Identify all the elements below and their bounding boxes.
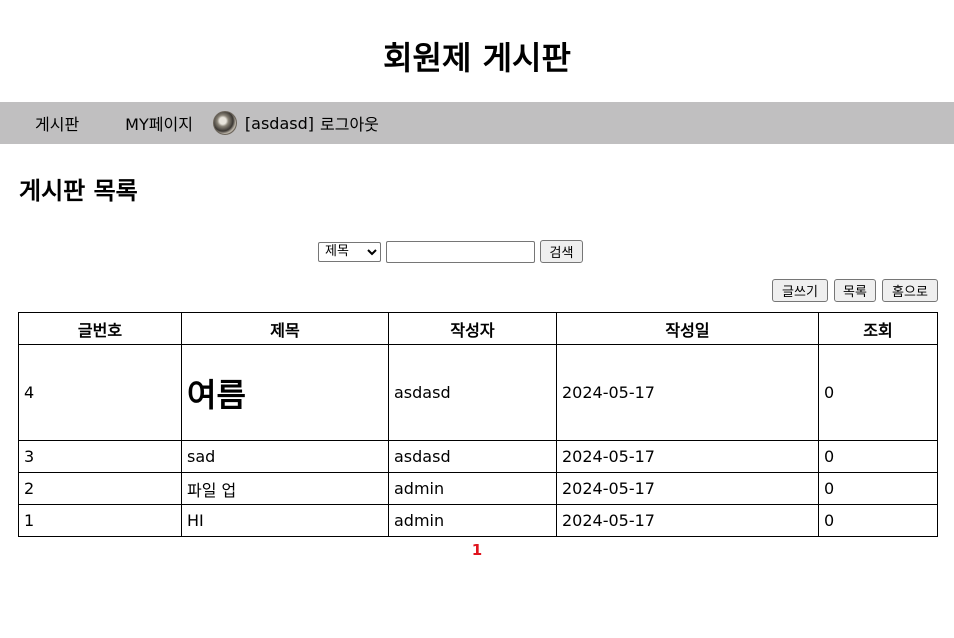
cell-writer: asdasd <box>388 440 557 473</box>
page-current[interactable]: 1 <box>472 541 482 559</box>
post-title-link[interactable]: 여름 <box>187 376 246 414</box>
pagination: 1 <box>0 540 954 560</box>
board-actions: 글쓰기 목록 홈으로 <box>772 279 938 302</box>
write-button[interactable]: 글쓰기 <box>772 279 828 302</box>
user-avatar-icon <box>212 111 237 135</box>
cell-no: 2 <box>18 472 182 505</box>
board-table: 글번호 제목 작성자 작성일 조회 4 여름 asdasd 2024-05-17… <box>18 312 938 537</box>
cell-views: 0 <box>818 440 938 473</box>
cell-no: 1 <box>18 504 182 537</box>
table-row: 2 파일 업 admin 2024-05-17 0 <box>18 472 938 505</box>
post-title-link[interactable]: sad <box>187 447 215 466</box>
header-views: 조회 <box>818 312 938 345</box>
table-row: 3 sad asdasd 2024-05-17 0 <box>18 440 938 473</box>
search-field-select[interactable]: 제목 <box>318 241 381 262</box>
header-title: 제목 <box>181 312 389 345</box>
search-bar: 제목 검색 <box>318 240 583 263</box>
site-title: 회원제 게시판 <box>383 39 571 77</box>
cell-title: sad <box>181 440 389 473</box>
cell-writer: asdasd <box>388 344 557 441</box>
cell-title: HI <box>181 504 389 537</box>
cell-no: 3 <box>18 440 182 473</box>
table-row: 1 HI admin 2024-05-17 0 <box>18 504 938 537</box>
logout-link[interactable]: 로그아웃 <box>320 111 379 135</box>
nav-board-link[interactable]: 게시판 <box>35 111 79 135</box>
search-button[interactable]: 검색 <box>540 240 583 263</box>
post-title-link[interactable]: 파일 업 <box>187 481 236 500</box>
cell-views: 0 <box>818 504 938 537</box>
cell-date: 2024-05-17 <box>556 472 819 505</box>
logged-in-user: [asdasd] <box>244 113 314 133</box>
cell-views: 0 <box>818 472 938 505</box>
navbar: 게시판 MY페이지 [asdasd] 로그아웃 <box>0 102 954 144</box>
search-input[interactable] <box>386 240 535 263</box>
home-button[interactable]: 홈으로 <box>882 279 938 302</box>
section-title: 게시판 목록 <box>19 177 138 205</box>
table-header-row: 글번호 제목 작성자 작성일 조회 <box>18 312 938 345</box>
post-title-link[interactable]: HI <box>187 511 204 530</box>
list-button[interactable]: 목록 <box>834 279 876 302</box>
cell-views: 0 <box>818 344 938 441</box>
cell-no: 4 <box>18 344 182 441</box>
table-row: 4 여름 asdasd 2024-05-17 0 <box>18 344 938 441</box>
nav-mypage-link[interactable]: MY페이지 <box>125 111 193 135</box>
cell-date: 2024-05-17 <box>556 440 819 473</box>
header-writer: 작성자 <box>388 312 557 345</box>
cell-title: 여름 <box>181 344 389 441</box>
header-date: 작성일 <box>556 312 819 345</box>
cell-writer: admin <box>388 504 557 537</box>
cell-writer: admin <box>388 472 557 505</box>
cell-title: 파일 업 <box>181 472 389 505</box>
cell-date: 2024-05-17 <box>556 504 819 537</box>
cell-date: 2024-05-17 <box>556 344 819 441</box>
header-no: 글번호 <box>18 312 182 345</box>
